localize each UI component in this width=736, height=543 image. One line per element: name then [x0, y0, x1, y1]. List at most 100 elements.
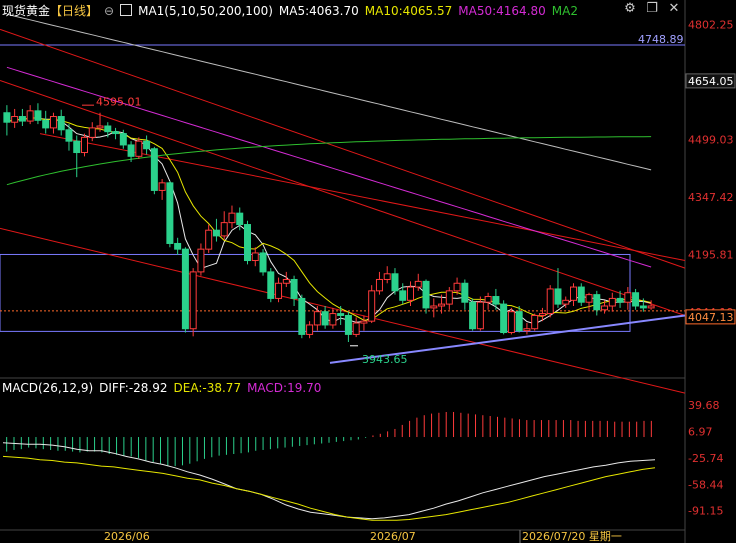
candle-body: [244, 224, 251, 262]
candle-body: [236, 212, 244, 226]
last-price-label: 4047.13: [688, 311, 734, 324]
candle-body: [507, 311, 515, 334]
candle-body: [313, 311, 321, 326]
candle-body: [220, 222, 228, 237]
candle-body: [96, 125, 104, 129]
candle-body: [73, 140, 81, 154]
candle-body: [632, 292, 640, 307]
macd-axis-label: -91.15: [688, 505, 723, 518]
candle-body: [212, 229, 220, 237]
candle-body: [647, 305, 655, 309]
chart-icon[interactable]: [120, 4, 133, 16]
chart-canvas: 4595.013943.654802.254650.644499.034347.…: [0, 0, 736, 543]
candle-body: [26, 110, 34, 122]
collapse-icon[interactable]: ⊖: [104, 4, 114, 18]
candle-body: [577, 286, 585, 303]
candle-body: [329, 313, 337, 326]
candle-body: [267, 271, 275, 299]
macd-axis-label: -58.44: [688, 478, 723, 491]
macd-value: MACD:19.70: [247, 381, 322, 395]
candle-body: [546, 288, 554, 315]
restore-icon[interactable]: ❐: [643, 1, 661, 17]
candle-body: [282, 278, 290, 284]
candle-body: [251, 252, 259, 262]
candle-body: [290, 278, 298, 299]
channel-line: [0, 80, 686, 316]
candle-body: [639, 305, 647, 309]
candle-body: [181, 248, 189, 330]
candle-body: [166, 182, 174, 244]
candle-body: [515, 311, 523, 332]
ma10-value: MA10:4065.57: [364, 4, 453, 18]
period-label[interactable]: 【日线】: [50, 4, 98, 18]
candle-body: [337, 313, 345, 316]
candle-body: [585, 294, 593, 303]
high-annotation: 4595.01: [96, 95, 142, 108]
candle-body: [49, 116, 57, 129]
candle-body: [127, 144, 135, 157]
candle-body: [228, 212, 236, 224]
candle-body: [3, 112, 11, 123]
candle-body: [189, 271, 197, 330]
candle-body: [375, 278, 383, 292]
chart-header: 现货黄金【日线】 ⊖ MA1(5,10,50,200,100) MA5:4063.70…: [2, 2, 584, 19]
diff-value: DIFF:-28.92: [99, 381, 168, 395]
candle-body: [88, 127, 96, 138]
macd-params: MACD(26,12,9): [2, 381, 94, 395]
price-highlight-label: 4654.05: [688, 75, 734, 88]
candle-body: [119, 133, 127, 146]
candle-body: [57, 116, 65, 131]
candle-body: [112, 131, 120, 135]
macd-axis-label: -25.74: [688, 452, 723, 465]
gear-icon[interactable]: ⚙: [621, 1, 639, 17]
candle-body: [608, 297, 616, 307]
candle-body: [205, 229, 213, 250]
candle-body: [18, 116, 26, 122]
date-axis-label: 2026/07: [370, 530, 416, 543]
candle-body: [150, 148, 158, 191]
date-axis-label: 2026/06: [104, 530, 150, 543]
candle-body: [42, 119, 50, 129]
candle-body: [422, 280, 430, 309]
instrument-name: 现货黄金: [2, 4, 51, 18]
candle-body: [34, 110, 42, 121]
close-icon[interactable]: ✕: [665, 1, 683, 17]
candle-body: [104, 125, 112, 133]
candle-body: [476, 301, 484, 330]
candle-body: [538, 313, 546, 316]
candle-body: [445, 290, 453, 305]
ma-params: MA1(5,10,50,200,100): [138, 4, 273, 18]
price-axis-label: 4195.81: [688, 249, 734, 262]
candle-body: [430, 305, 438, 309]
candle-body: [500, 303, 508, 334]
macd-header: MACD(26,12,9) DIFF:-28.92 DEA:-38.77 MACD:1…: [2, 381, 327, 395]
candle-body: [562, 299, 570, 305]
candle-body: [624, 292, 632, 303]
candle-body: [484, 296, 492, 303]
candle-body: [360, 320, 368, 324]
level-label: 4748.89: [638, 33, 684, 46]
ma2-value: MA2: [551, 4, 578, 18]
candle-body: [461, 282, 469, 303]
candle-body: [321, 311, 329, 326]
candle-body: [352, 322, 360, 335]
candle-body: [523, 328, 531, 332]
price-axis-label: 4347.42: [688, 191, 734, 204]
price-axis-label: 4499.03: [688, 134, 734, 147]
candle-body: [368, 290, 376, 322]
dea-value: DEA:-38.77: [173, 381, 242, 395]
candle-body: [399, 290, 407, 301]
candle-body: [298, 297, 306, 335]
candle-body: [601, 305, 609, 311]
ma5-value: MA5:4063.70: [278, 4, 359, 18]
candle-body: [197, 248, 205, 273]
ma5-line: [6, 117, 652, 325]
candle-body: [593, 294, 601, 311]
macd-axis-label: 39.68: [688, 399, 720, 412]
candle-body: [275, 282, 283, 299]
macd-axis-label: 6.97: [688, 425, 713, 438]
candle-body: [344, 314, 352, 335]
candle-body: [259, 252, 267, 273]
price-axis-label: 4802.25: [688, 19, 734, 32]
channel-line: [0, 28, 686, 269]
